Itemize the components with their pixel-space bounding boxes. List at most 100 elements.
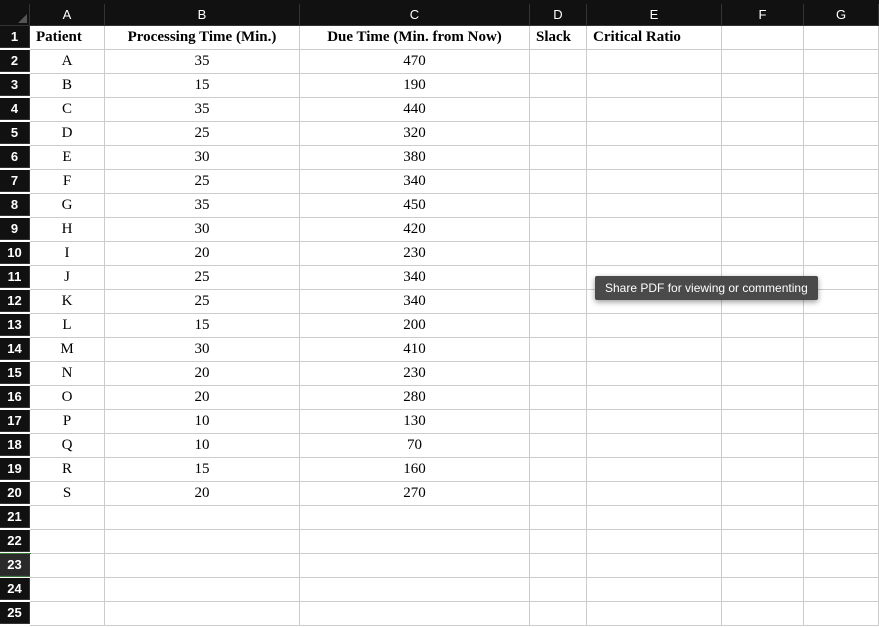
row-header-11[interactable]: 11	[0, 266, 30, 288]
cell-E13[interactable]	[587, 314, 722, 338]
cell-A13[interactable]: L	[30, 314, 105, 338]
row-header-15[interactable]: 15	[0, 362, 30, 384]
cell-A10[interactable]: I	[30, 242, 105, 266]
cell-G8[interactable]	[804, 194, 879, 218]
cell-F9[interactable]	[722, 218, 804, 242]
cell-F10[interactable]	[722, 242, 804, 266]
cell-G4[interactable]	[804, 98, 879, 122]
cell-B3[interactable]: 15	[105, 74, 300, 98]
cell-C7[interactable]: 340	[300, 170, 530, 194]
cell-E5[interactable]	[587, 122, 722, 146]
cell-D18[interactable]	[530, 434, 587, 458]
cell-D14[interactable]	[530, 338, 587, 362]
cell-F13[interactable]	[722, 314, 804, 338]
cell-A17[interactable]: P	[30, 410, 105, 434]
cell-G10[interactable]	[804, 242, 879, 266]
row-header-17[interactable]: 17	[0, 410, 30, 432]
cell-G13[interactable]	[804, 314, 879, 338]
cell-A3[interactable]: B	[30, 74, 105, 98]
cell-D4[interactable]	[530, 98, 587, 122]
cell-B7[interactable]: 25	[105, 170, 300, 194]
cell-B11[interactable]: 25	[105, 266, 300, 290]
row-header-24[interactable]: 24	[0, 578, 30, 600]
cell-C10[interactable]: 230	[300, 242, 530, 266]
cell-E8[interactable]	[587, 194, 722, 218]
cell-D20[interactable]	[530, 482, 587, 506]
cell-E10[interactable]	[587, 242, 722, 266]
cell-F20[interactable]	[722, 482, 804, 506]
cell-A12[interactable]: K	[30, 290, 105, 314]
cell-A6[interactable]: E	[30, 146, 105, 170]
cell-G15[interactable]	[804, 362, 879, 386]
row-header-7[interactable]: 7	[0, 170, 30, 192]
cell-B22[interactable]	[105, 530, 300, 554]
row-header-20[interactable]: 20	[0, 482, 30, 504]
cell-B17[interactable]: 10	[105, 410, 300, 434]
row-header-4[interactable]: 4	[0, 98, 30, 120]
cell-C1[interactable]: Due Time (Min. from Now)	[300, 26, 530, 50]
cell-D2[interactable]	[530, 50, 587, 74]
cell-C15[interactable]: 230	[300, 362, 530, 386]
cell-G9[interactable]	[804, 218, 879, 242]
cell-D10[interactable]	[530, 242, 587, 266]
cell-E15[interactable]	[587, 362, 722, 386]
cell-F22[interactable]	[722, 530, 804, 554]
cell-F17[interactable]	[722, 410, 804, 434]
cell-F4[interactable]	[722, 98, 804, 122]
cell-C16[interactable]: 280	[300, 386, 530, 410]
cell-F1[interactable]	[722, 26, 804, 50]
cell-E18[interactable]	[587, 434, 722, 458]
cell-E19[interactable]	[587, 458, 722, 482]
cell-B25[interactable]	[105, 602, 300, 626]
cell-F23[interactable]	[722, 554, 804, 578]
cell-B8[interactable]: 35	[105, 194, 300, 218]
cell-F16[interactable]	[722, 386, 804, 410]
cell-D9[interactable]	[530, 218, 587, 242]
cell-D25[interactable]	[530, 602, 587, 626]
cell-E3[interactable]	[587, 74, 722, 98]
cell-F5[interactable]	[722, 122, 804, 146]
cell-B15[interactable]: 20	[105, 362, 300, 386]
row-header-18[interactable]: 18	[0, 434, 30, 456]
cell-E9[interactable]	[587, 218, 722, 242]
cell-B21[interactable]	[105, 506, 300, 530]
cell-C11[interactable]: 340	[300, 266, 530, 290]
cell-C17[interactable]: 130	[300, 410, 530, 434]
cell-F7[interactable]	[722, 170, 804, 194]
row-header-23[interactable]: 23	[0, 554, 30, 576]
cell-G5[interactable]	[804, 122, 879, 146]
row-header-21[interactable]: 21	[0, 506, 30, 528]
cell-F6[interactable]	[722, 146, 804, 170]
row-header-2[interactable]: 2	[0, 50, 30, 72]
cell-D17[interactable]	[530, 410, 587, 434]
cell-C2[interactable]: 470	[300, 50, 530, 74]
cell-C8[interactable]: 450	[300, 194, 530, 218]
cell-F24[interactable]	[722, 578, 804, 602]
cell-D13[interactable]	[530, 314, 587, 338]
cell-C21[interactable]	[300, 506, 530, 530]
cell-C14[interactable]: 410	[300, 338, 530, 362]
column-header-C[interactable]: C	[300, 4, 530, 26]
cell-B16[interactable]: 20	[105, 386, 300, 410]
cell-F21[interactable]	[722, 506, 804, 530]
cell-D11[interactable]	[530, 266, 587, 290]
select-all-corner[interactable]	[0, 4, 30, 26]
row-header-25[interactable]: 25	[0, 602, 30, 624]
cell-G23[interactable]	[804, 554, 879, 578]
cell-G22[interactable]	[804, 530, 879, 554]
cell-E25[interactable]	[587, 602, 722, 626]
cell-C13[interactable]: 200	[300, 314, 530, 338]
cell-C6[interactable]: 380	[300, 146, 530, 170]
cell-B23[interactable]	[105, 554, 300, 578]
cell-G14[interactable]	[804, 338, 879, 362]
cell-D16[interactable]	[530, 386, 587, 410]
cell-G3[interactable]	[804, 74, 879, 98]
cell-G6[interactable]	[804, 146, 879, 170]
cell-E1[interactable]: Critical Ratio	[587, 26, 722, 50]
cell-A19[interactable]: R	[30, 458, 105, 482]
cell-C24[interactable]	[300, 578, 530, 602]
cell-B12[interactable]: 25	[105, 290, 300, 314]
row-header-8[interactable]: 8	[0, 194, 30, 216]
cell-A14[interactable]: M	[30, 338, 105, 362]
cell-E20[interactable]	[587, 482, 722, 506]
